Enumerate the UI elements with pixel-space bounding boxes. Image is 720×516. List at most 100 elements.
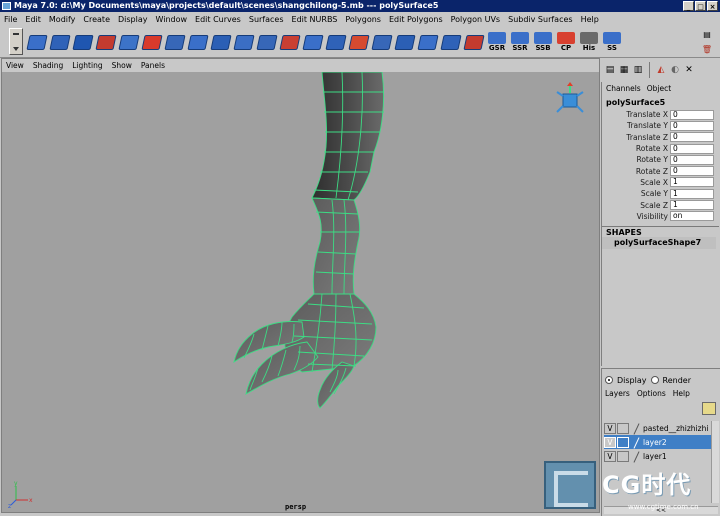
cp-icon[interactable]: CP xyxy=(555,29,577,55)
channel-attribute-value-field[interactable]: 0 xyxy=(670,166,714,177)
channel-attribute-label[interactable]: Rotate Z xyxy=(602,167,670,176)
menu-polygon-uvs[interactable]: Polygon UVs xyxy=(451,15,500,24)
claw-mesh[interactable] xyxy=(2,72,599,512)
layer-row[interactable]: Vlayer2 xyxy=(604,435,718,449)
channels-menu[interactable]: Channels xyxy=(606,84,641,93)
channel-attribute-label[interactable]: Scale Y xyxy=(602,189,670,198)
shelf-menu-icon[interactable]: ▤ xyxy=(703,30,711,39)
menu-surfaces[interactable]: Surfaces xyxy=(249,15,284,24)
layer-template-toggle[interactable] xyxy=(617,450,629,462)
poly-sphere-icon[interactable] xyxy=(72,29,94,55)
close-button[interactable]: × xyxy=(707,1,718,11)
poly-torus-icon[interactable] xyxy=(118,29,140,55)
cut-faces-icon[interactable] xyxy=(233,29,255,55)
channel-attribute-label[interactable]: Scale X xyxy=(602,178,670,187)
triangulate-icon[interactable] xyxy=(348,29,370,55)
channel-attribute-label[interactable]: Rotate Y xyxy=(602,155,670,164)
mirror-icon[interactable] xyxy=(417,29,439,55)
shelf-options-button[interactable] xyxy=(9,28,23,55)
view-cube-icon[interactable] xyxy=(551,82,589,118)
channel-attribute-label[interactable]: Scale Z xyxy=(602,201,670,210)
maximize-button[interactable]: □ xyxy=(695,1,706,11)
channel-attribute-label[interactable]: Rotate X xyxy=(602,144,670,153)
tools-icon[interactable]: ✕ xyxy=(683,63,695,77)
delete-edge-icon[interactable] xyxy=(463,29,485,55)
quadrangulate-icon[interactable] xyxy=(371,29,393,55)
layer-visibility-toggle[interactable]: V xyxy=(604,450,616,462)
attribute-editor-toggle-icon[interactable]: ▦ xyxy=(618,63,630,77)
channel-attribute-value-field[interactable]: 0 xyxy=(670,154,714,165)
channel-attribute-label[interactable]: Visibility xyxy=(602,212,670,221)
ssb-icon[interactable]: SSB xyxy=(532,29,554,55)
channel-attribute-value-field[interactable]: 0 xyxy=(670,132,714,143)
tool-settings-toggle-icon[interactable]: ▥ xyxy=(632,63,644,77)
poly-plane-icon[interactable] xyxy=(49,29,71,55)
layer-visibility-toggle[interactable]: V xyxy=(604,436,616,448)
channel-attribute-label[interactable]: Translate Z xyxy=(602,133,670,142)
hypershade-icon[interactable]: ◐ xyxy=(669,63,681,77)
panel-menu-show[interactable]: Show xyxy=(112,61,132,70)
panel-menu-panels[interactable]: Panels xyxy=(141,61,165,70)
ssr-icon[interactable]: SSR xyxy=(509,29,531,55)
layer-row[interactable]: Vpasted__zhizhizhi xyxy=(604,421,718,435)
new-layer-icon[interactable] xyxy=(702,402,716,415)
layer-color-icon[interactable] xyxy=(632,437,641,448)
channel-attribute-value-field[interactable]: 0 xyxy=(670,109,714,120)
menu-display[interactable]: Display xyxy=(118,15,148,24)
layer-visibility-toggle[interactable]: V xyxy=(604,422,616,434)
channel-attribute-value-field[interactable]: 1 xyxy=(670,188,714,199)
menu-polygons[interactable]: Polygons xyxy=(345,15,381,24)
panel-menu-shading[interactable]: Shading xyxy=(33,61,63,70)
layer-color-icon[interactable] xyxy=(632,451,641,462)
render-radio[interactable] xyxy=(650,376,659,384)
menu-window[interactable]: Window xyxy=(156,15,188,24)
combine-icon[interactable] xyxy=(141,29,163,55)
channel-attribute-value-field[interactable]: 1 xyxy=(670,200,714,211)
bevel-icon[interactable] xyxy=(279,29,301,55)
object-menu[interactable]: Object xyxy=(647,84,671,93)
perspective-viewport[interactable]: y x z persp xyxy=(2,72,599,512)
layer-name[interactable]: layer2 xyxy=(643,438,667,447)
panel-menu-view[interactable]: View xyxy=(6,61,24,70)
channel-attribute-value-field[interactable]: 0 xyxy=(670,143,714,154)
channel-attribute-label[interactable]: Translate X xyxy=(602,110,670,119)
merge-vertices-icon[interactable] xyxy=(256,29,278,55)
smooth-icon[interactable] xyxy=(302,29,324,55)
layer-template-toggle[interactable] xyxy=(617,436,629,448)
history-icon[interactable]: His xyxy=(578,29,600,55)
collapse-icon[interactable] xyxy=(440,29,462,55)
layer-color-icon[interactable] xyxy=(632,423,641,434)
shape-node-name[interactable]: polySurfaceShape7 xyxy=(602,236,716,249)
subdivide-icon[interactable] xyxy=(325,29,347,55)
help-menu[interactable]: Help xyxy=(673,389,690,398)
selected-object-name[interactable]: polySurface5 xyxy=(602,97,719,109)
panel-menu-lighting[interactable]: Lighting xyxy=(72,61,102,70)
channel-box-toggle-icon[interactable]: ▤ xyxy=(604,63,616,77)
wedge-face-icon[interactable] xyxy=(210,29,232,55)
layers-menu[interactable]: Layers xyxy=(605,389,630,398)
layer-name[interactable]: layer1 xyxy=(643,452,667,461)
extrude-face-icon[interactable] xyxy=(164,29,186,55)
menu-create[interactable]: Create xyxy=(83,15,110,24)
minimize-button[interactable]: _ xyxy=(683,1,694,11)
append-polygon-icon[interactable] xyxy=(394,29,416,55)
channel-attribute-value-field[interactable]: 1 xyxy=(670,177,714,188)
menu-modify[interactable]: Modify xyxy=(49,15,76,24)
options-menu[interactable]: Options xyxy=(637,389,666,398)
channel-attribute-label[interactable]: Translate Y xyxy=(602,121,670,130)
menu-subdiv-surfaces[interactable]: Subdiv Surfaces xyxy=(508,15,572,24)
split-poly-icon[interactable] xyxy=(187,29,209,55)
menu-edit-nurbs[interactable]: Edit NURBS xyxy=(292,15,338,24)
menu-edit[interactable]: Edit xyxy=(25,15,41,24)
trash-icon[interactable]: 🗑 xyxy=(702,45,712,54)
poly-cylinder-icon[interactable] xyxy=(95,29,117,55)
menu-help[interactable]: Help xyxy=(581,15,599,24)
render-icon[interactable]: ◭ xyxy=(655,63,667,77)
menu-file[interactable]: File xyxy=(4,15,17,24)
menu-edit-curves[interactable]: Edit Curves xyxy=(195,15,241,24)
display-radio[interactable] xyxy=(605,376,613,384)
gsr-icon[interactable]: GSR xyxy=(486,29,508,55)
layer-name[interactable]: pasted__zhizhizhi xyxy=(643,424,708,433)
layer-template-toggle[interactable] xyxy=(617,422,629,434)
channel-attribute-value-field[interactable]: on xyxy=(670,211,714,222)
